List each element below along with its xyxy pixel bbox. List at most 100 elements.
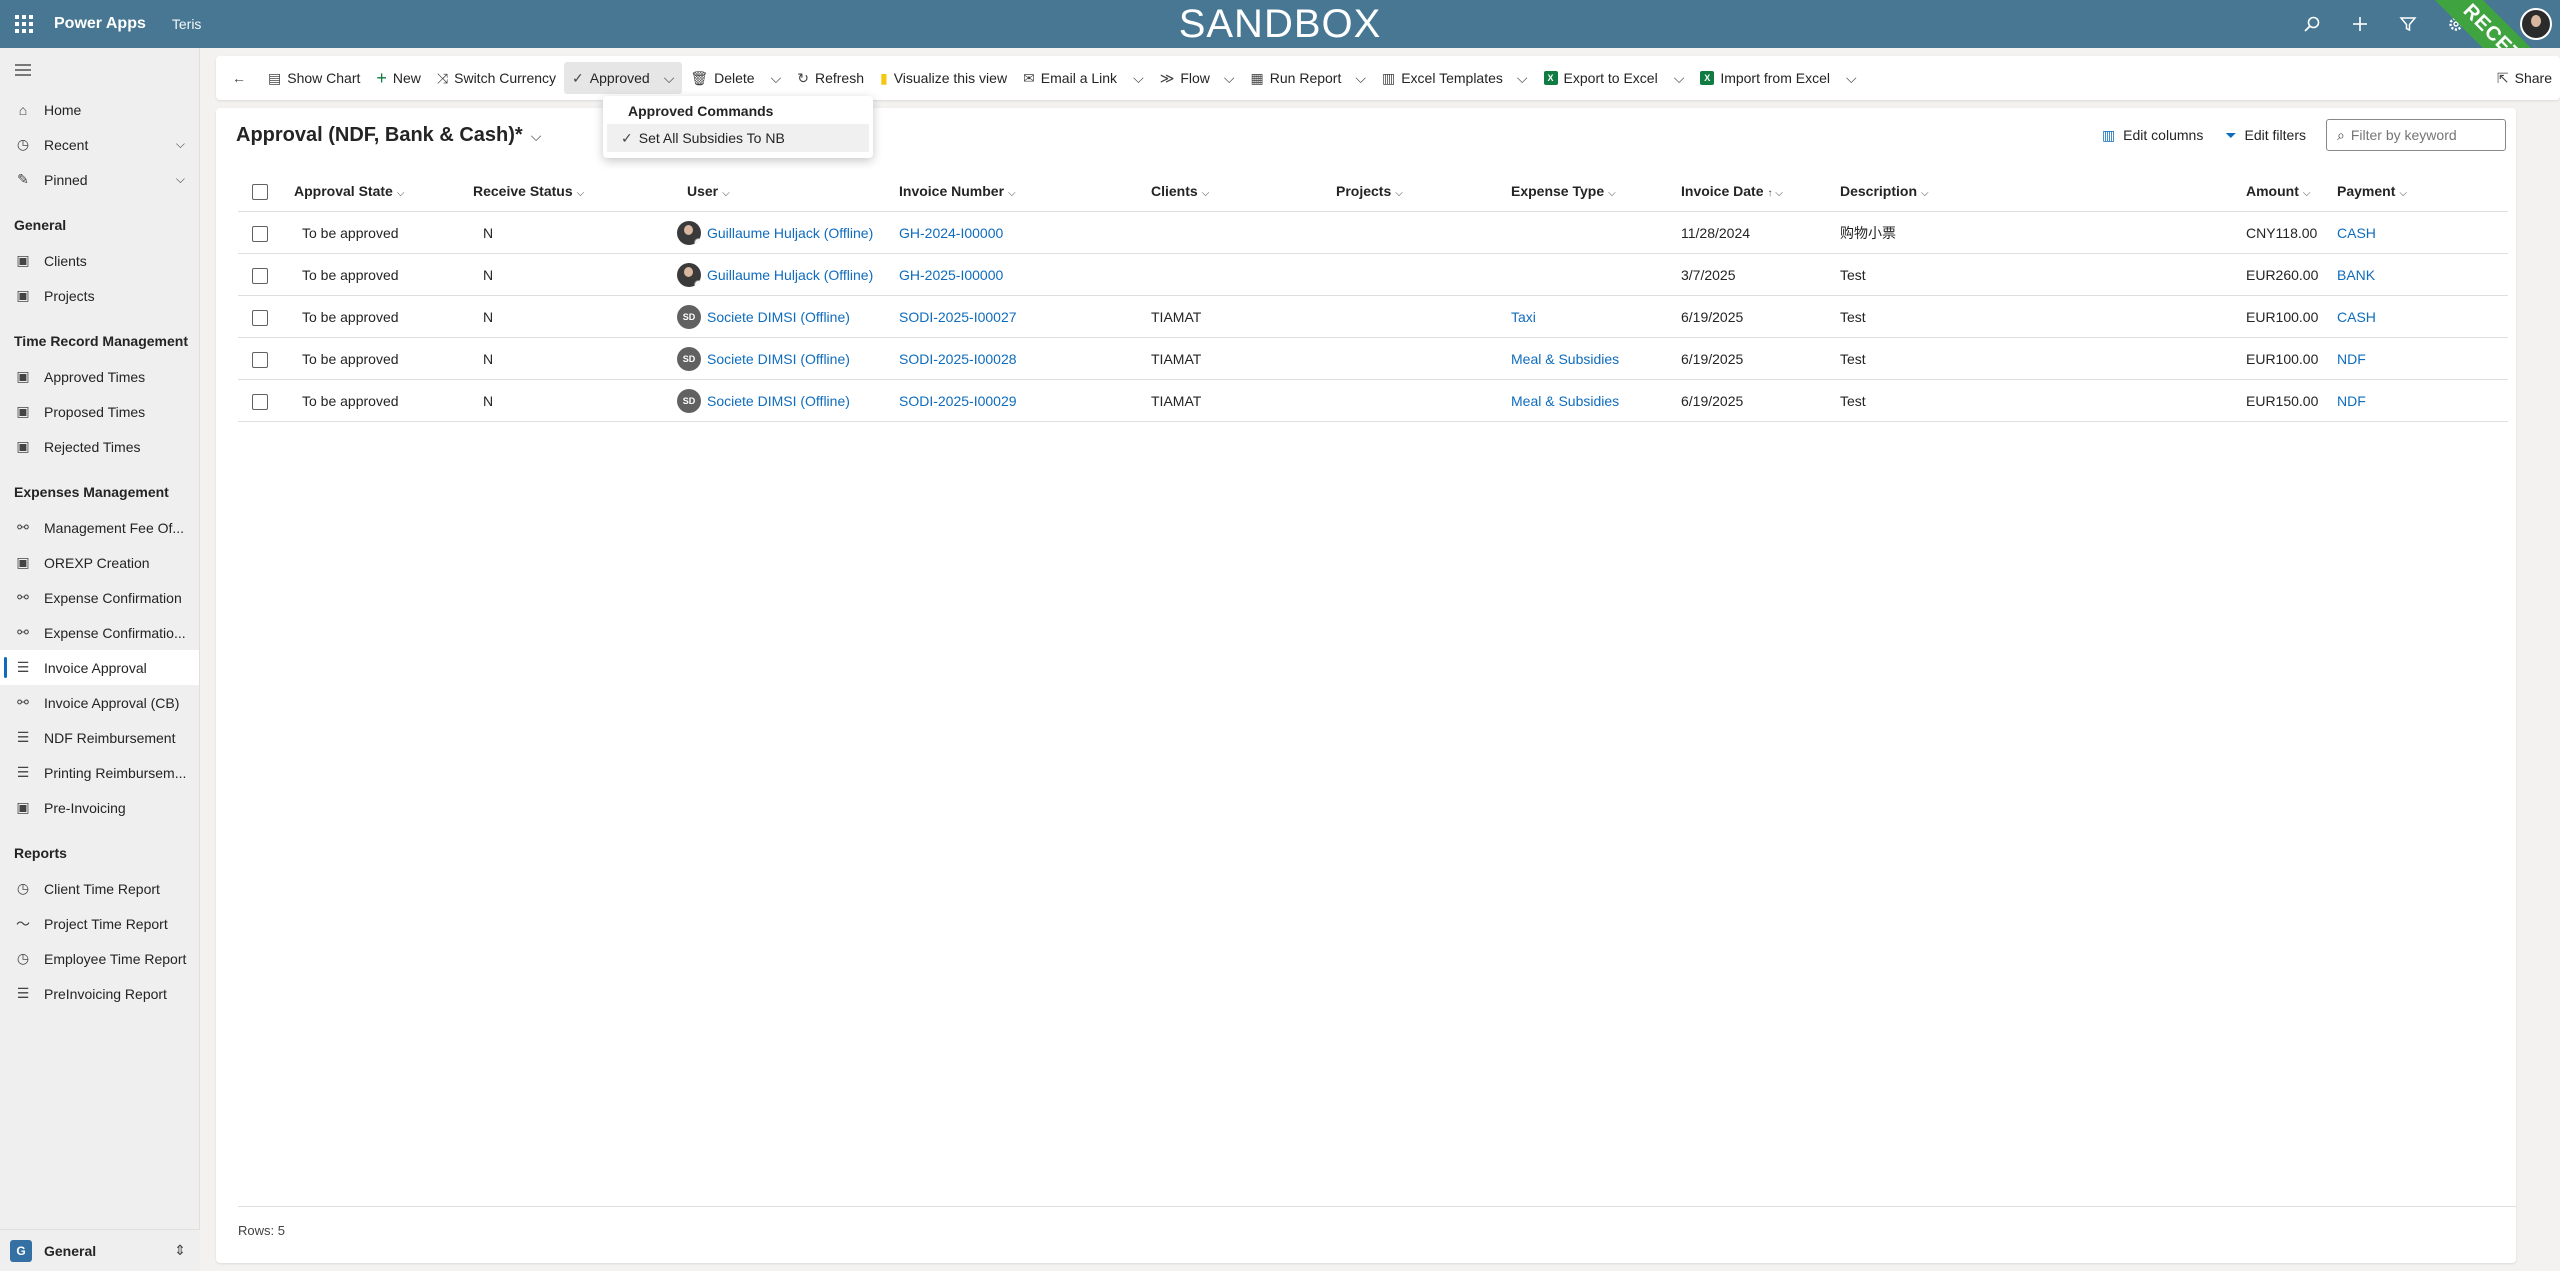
sidebar-item-ndf-reimbursement[interactable]: ☰ NDF Reimbursement: [0, 720, 199, 755]
approved-button[interactable]: ✓ Approved ⌵: [564, 62, 683, 94]
chevron-down-icon[interactable]: ⌵: [176, 172, 185, 187]
expense-type-link[interactable]: Meal & Subsidies: [1511, 380, 1619, 422]
run-report-button[interactable]: ▦ Run Report ⌵: [1243, 62, 1374, 94]
visualize-button[interactable]: ▮ Visualize this view: [872, 62, 1015, 94]
sidebar-item-client-time-report[interactable]: ◷ Client Time Report: [0, 871, 199, 906]
user-link[interactable]: Societe DIMSI (Offline): [707, 309, 850, 325]
select-all-checkbox[interactable]: [252, 184, 268, 200]
payment-link[interactable]: BANK: [2337, 254, 2375, 296]
column-header-description[interactable]: Description ⌵: [1840, 170, 1929, 212]
environment-name[interactable]: Teris: [172, 16, 202, 32]
chevron-down-icon[interactable]: ⌵: [1517, 70, 1528, 87]
sidebar-item-orexp-creation[interactable]: ▣ OREXP Creation: [0, 545, 199, 580]
keyword-filter-box[interactable]: ⌕: [2326, 119, 2506, 151]
column-header-projects[interactable]: Projects ⌵: [1336, 170, 1403, 212]
invoice-number-link[interactable]: SODI-2025-I00027: [899, 296, 1017, 338]
email-link-button[interactable]: ✉ Email a Link: [1015, 62, 1125, 94]
user-link[interactable]: Societe DIMSI (Offline): [707, 351, 850, 367]
show-chart-button[interactable]: ▤ Show Chart: [260, 62, 368, 94]
user-link[interactable]: Societe DIMSI (Offline): [707, 393, 850, 409]
sidebar-item-pre-invoicing[interactable]: ▣ Pre-Invoicing: [0, 790, 199, 825]
sidebar-item-management-fee[interactable]: ⚯ Management Fee Of...: [0, 510, 199, 545]
table-row[interactable]: To be approved N Guillaume Huljack (Offl…: [238, 254, 2508, 296]
view-selector[interactable]: Approval (NDF, Bank & Cash)* ⌵: [236, 124, 541, 147]
sidebar-item-invoice-approval-cb[interactable]: ⚯ Invoice Approval (CB): [0, 685, 199, 720]
edit-filters-button[interactable]: ⏷ Edit filters: [2225, 127, 2306, 144]
row-checkbox[interactable]: [252, 352, 268, 368]
sidebar-item-projects[interactable]: ▣ Projects: [0, 278, 199, 313]
plus-icon[interactable]: [2336, 0, 2384, 48]
chevron-down-icon[interactable]: ⌵: [1224, 70, 1235, 87]
new-button[interactable]: + New: [368, 62, 429, 94]
app-launcher-icon[interactable]: [0, 0, 48, 48]
sidebar-item-proposed-times[interactable]: ▣ Proposed Times: [0, 394, 199, 429]
row-checkbox[interactable]: [252, 268, 268, 284]
search-icon[interactable]: [2288, 0, 2336, 48]
column-header-expense-type[interactable]: Expense Type ⌵: [1511, 170, 1616, 212]
keyword-filter-input[interactable]: [2350, 127, 2491, 143]
import-excel-button[interactable]: X Import from Excel: [1692, 62, 1838, 94]
sidebar-item-approved-times[interactable]: ▣ Approved Times: [0, 359, 199, 394]
chevron-down-icon[interactable]: ⌵: [1838, 62, 1865, 94]
refresh-button[interactable]: ↻ Refresh: [789, 62, 872, 94]
payment-link[interactable]: CASH: [2337, 212, 2376, 254]
sidebar-item-expense-confirmation[interactable]: ⚯ Expense Confirmation: [0, 580, 199, 615]
flow-button[interactable]: ≫ Flow ⌵: [1152, 62, 1243, 94]
table-row[interactable]: To be approved N SD Societe DIMSI (Offlin…: [238, 296, 2508, 338]
chevron-down-icon[interactable]: ⌵: [176, 137, 185, 152]
expense-type-link[interactable]: Taxi: [1511, 296, 1536, 338]
column-header-amount[interactable]: Amount ⌵: [2246, 170, 2310, 212]
invoice-number-link[interactable]: SODI-2025-I00028: [899, 338, 1017, 380]
sidebar-item-employee-time-report[interactable]: ◷ Employee Time Report: [0, 941, 199, 976]
sidebar-item-rejected-times[interactable]: ▣ Rejected Times: [0, 429, 199, 464]
column-header-user[interactable]: User ⌵: [687, 170, 730, 212]
sidebar-item-clients[interactable]: ▣ Clients: [0, 243, 199, 278]
excel-templates-button[interactable]: ▥ Excel Templates ⌵: [1374, 62, 1536, 94]
switch-currency-button[interactable]: ⤨ Switch Currency: [429, 62, 564, 94]
invoice-number-link[interactable]: SODI-2025-I00029: [899, 380, 1017, 422]
invoice-number-link[interactable]: GH-2024-I00000: [899, 212, 1003, 254]
user-link[interactable]: Guillaume Huljack (Offline): [707, 267, 873, 283]
chevron-down-icon[interactable]: ⌵: [1666, 62, 1693, 94]
area-switcher[interactable]: G General ⇕: [0, 1229, 200, 1271]
invoice-number-link[interactable]: GH-2025-I00000: [899, 254, 1003, 296]
row-checkbox[interactable]: [252, 394, 268, 410]
chevron-down-icon[interactable]: ⌵: [1125, 62, 1152, 94]
chevron-down-icon[interactable]: ⌵: [664, 70, 675, 87]
export-excel-button[interactable]: X Export to Excel: [1536, 62, 1666, 94]
row-checkbox[interactable]: [252, 226, 268, 242]
row-checkbox[interactable]: [252, 310, 268, 326]
filter-icon[interactable]: [2384, 0, 2432, 48]
payment-link[interactable]: NDF: [2337, 380, 2366, 422]
sidebar-item-pinned[interactable]: ✎ Pinned ⌵: [0, 162, 199, 197]
app-name[interactable]: Power Apps: [54, 15, 146, 33]
chevron-down-icon[interactable]: ⌵: [1355, 70, 1366, 87]
expense-type-link[interactable]: Meal & Subsidies: [1511, 338, 1619, 380]
sidebar-item-project-time-report[interactable]: 〜 Project Time Report: [0, 906, 199, 941]
column-header-invoice-date[interactable]: Invoice Date ↑ ⌵: [1681, 170, 1783, 212]
user-avatar[interactable]: [2520, 8, 2552, 40]
share-button[interactable]: ⇱ Share: [2489, 62, 2560, 94]
chevron-down-icon[interactable]: ⌵: [763, 62, 790, 94]
column-header-invoice-number[interactable]: Invoice Number ⌵: [899, 170, 1016, 212]
sidebar-item-home[interactable]: ⌂ Home: [0, 92, 199, 127]
edit-columns-button[interactable]: ▥ Edit columns: [2102, 127, 2203, 144]
user-link[interactable]: Guillaume Huljack (Offline): [707, 225, 873, 241]
table-row[interactable]: To be approved N SD Societe DIMSI (Offlin…: [238, 380, 2508, 422]
column-header-payment[interactable]: Payment ⌵: [2337, 170, 2407, 212]
payment-link[interactable]: CASH: [2337, 296, 2376, 338]
back-button[interactable]: ←: [224, 62, 260, 94]
column-header-receive-status[interactable]: Receive Status ⌵: [473, 170, 584, 212]
column-header-approval-state[interactable]: Approval State ⌵: [294, 170, 404, 212]
sidebar-item-invoice-approval[interactable]: ☰ Invoice Approval: [0, 650, 199, 685]
sidebar-item-preinvoicing-report[interactable]: ☰ PreInvoicing Report: [0, 976, 199, 1011]
payment-link[interactable]: NDF: [2337, 338, 2366, 380]
sidebar-item-expense-confirmation-2[interactable]: ⚯ Expense Confirmatio...: [0, 615, 199, 650]
table-row[interactable]: To be approved N Guillaume Huljack (Offl…: [238, 212, 2508, 254]
hamburger-icon[interactable]: [0, 48, 199, 92]
sidebar-item-recent[interactable]: ◷ Recent ⌵: [0, 127, 199, 162]
delete-button[interactable]: 🗑 Delete: [682, 62, 762, 94]
table-row[interactable]: To be approved N SD Societe DIMSI (Offlin…: [238, 338, 2508, 380]
column-header-clients[interactable]: Clients ⌵: [1151, 170, 1209, 212]
set-all-subsidies-menu-item[interactable]: ✓ Set All Subsidies To NB: [607, 124, 869, 152]
